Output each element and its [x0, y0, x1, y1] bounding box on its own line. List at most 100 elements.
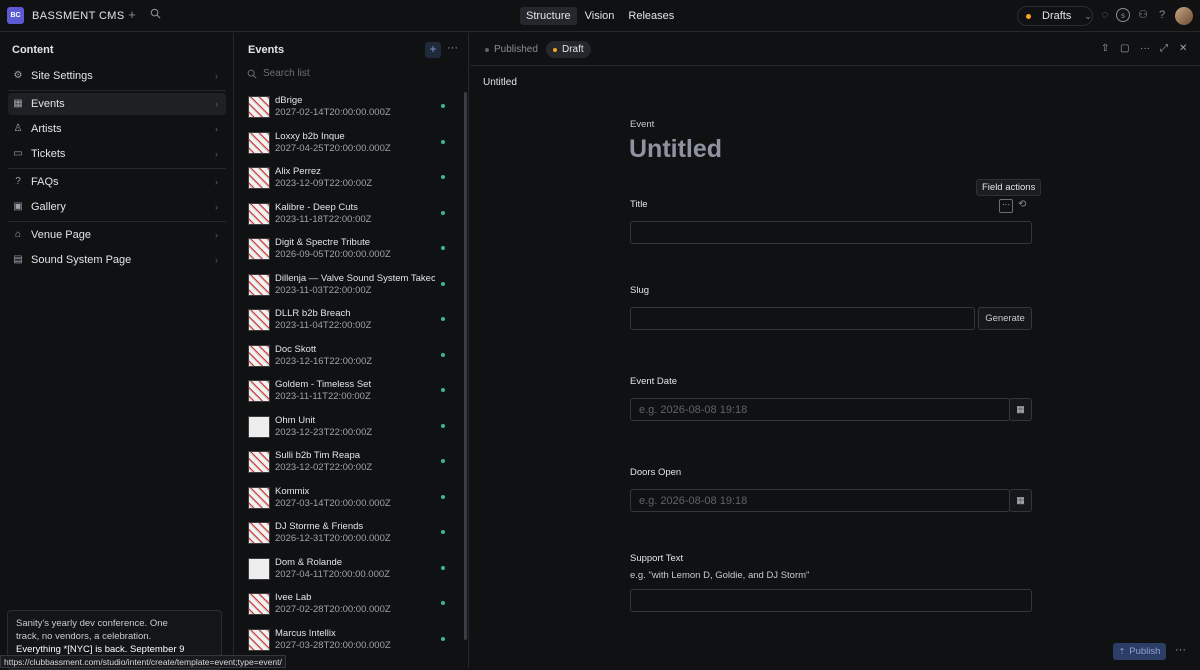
event-thumbnail: [248, 96, 270, 118]
event-thumbnail: [248, 202, 270, 225]
list-item[interactable]: Ivee Lab 2027-02-28T20:00:00.000Z: [248, 592, 448, 626]
search-icon[interactable]: [148, 8, 162, 22]
publish-button[interactable]: ⇡ Publish: [1113, 643, 1166, 660]
search-input[interactable]: Search list: [263, 68, 310, 79]
list-item[interactable]: dBrige 2027-02-14T20:00:00.000Z: [248, 95, 448, 129]
event-title: Sulli b2b Tim Reapa: [275, 450, 361, 461]
more-icon[interactable]: ···: [1140, 43, 1150, 55]
more-icon[interactable]: ···: [1175, 644, 1186, 656]
image-icon: ▣: [13, 201, 23, 212]
list-item[interactable]: Kalibre - Deep Cuts 2023-11-18T22:00:00Z: [248, 202, 448, 236]
document-type-label: Event: [630, 119, 655, 130]
tab-releases[interactable]: Releases: [622, 7, 680, 25]
help-icon[interactable]: ?: [1155, 8, 1169, 22]
search-icon: [247, 69, 257, 79]
chevron-right-icon: ›: [215, 230, 218, 240]
sidebar-item-site-settings[interactable]: ⚙ Site Settings ›: [8, 65, 226, 87]
list-item[interactable]: Sulli b2b Tim Reapa 2023-12-02T22:00:00Z: [248, 450, 448, 484]
chevron-down-icon: ⌄: [1084, 10, 1092, 21]
generate-button[interactable]: Generate: [978, 307, 1032, 330]
list-item[interactable]: Goldem - Timeless Set 2023-11-11T22:00:00…: [248, 379, 448, 413]
calendar-icon[interactable]: ▦: [1009, 489, 1032, 512]
calendar-icon: ▦: [13, 98, 23, 109]
event-date: 2027-04-11T20:00:00.000Z: [275, 568, 390, 580]
chevron-right-icon: ›: [215, 71, 218, 81]
event-date: 2023-11-03T22:00:00Z: [275, 284, 372, 296]
chevron-right-icon: ›: [215, 149, 218, 159]
list-item[interactable]: DJ Storme & Friends 2026-12-31T20:00:00.0…: [248, 521, 448, 555]
list-item[interactable]: Dom & Rolande 2027-04-11T20:00:00.000Z: [248, 557, 448, 591]
event-thumbnail: [248, 628, 270, 651]
calendar-icon[interactable]: ▦: [1009, 398, 1032, 421]
published-status-dot: [441, 139, 445, 144]
user-icon: ♙: [13, 123, 23, 134]
expand-icon[interactable]: ⤢: [1160, 43, 1168, 55]
sidebar-item-venue-page[interactable]: ⌂ Venue Page ›: [8, 224, 226, 246]
published-pill[interactable]: Published: [478, 41, 545, 58]
plus-icon[interactable]: +: [125, 8, 139, 22]
settings-icon: ⚙: [13, 70, 23, 81]
title-field[interactable]: [630, 221, 1032, 244]
tab-vision[interactable]: Vision: [579, 7, 621, 25]
sidebar-item-label: Venue Page: [31, 229, 91, 241]
sidebar-item-sound-system-page[interactable]: ▤ Sound System Page ›: [8, 249, 226, 271]
promo-line: track, no vendors, a celebration.: [16, 631, 152, 642]
field-actions-button[interactable]: ···: [999, 199, 1013, 213]
published-status-dot: [441, 175, 445, 179]
sanity-icon[interactable]: s: [1116, 8, 1130, 22]
close-icon[interactable]: ✕: [1179, 43, 1187, 55]
check-circle-icon[interactable]: ◌: [1098, 8, 1112, 22]
event-date: 2023-12-23T22:00:00Z: [275, 426, 373, 438]
list-item[interactable]: DLLR b2b Breach 2023-11-04T22:00:00Z: [248, 308, 448, 342]
list-item[interactable]: Alix Perrez 2023-12-09T22:00:00Z: [248, 166, 448, 200]
slug-field[interactable]: [630, 307, 975, 330]
search-list[interactable]: Search list: [247, 68, 310, 79]
sidebar-item-artists[interactable]: ♙ Artists ›: [8, 118, 226, 140]
home-icon: ⌂: [14, 229, 22, 240]
sidebar-item-gallery[interactable]: ▣ Gallery ›: [8, 196, 226, 218]
event-title: Alix Perrez: [275, 166, 321, 177]
event-date-field[interactable]: e.g. 2026-08-08 19:18: [630, 398, 1010, 421]
doors-open-field[interactable]: e.g. 2026-08-08 19:18: [630, 489, 1010, 512]
people-icon[interactable]: ⚇: [1136, 8, 1150, 22]
event-date: 2023-12-02T22:00:00Z: [275, 462, 373, 473]
list-item[interactable]: Ohm Unit 2023-12-23T22:00:00Z: [248, 415, 448, 449]
sidebar-item-events[interactable]: ▦ Events ›: [8, 93, 226, 115]
add-event-button[interactable]: +: [425, 42, 441, 58]
list-item[interactable]: Marcus Intellix 2027-03-28T20:00:00.000Z: [248, 628, 448, 662]
published-status-dot: [441, 423, 445, 428]
doors-open-label: Doors Open: [630, 467, 682, 478]
list-item[interactable]: Kommix 2027-03-14T20:00:00.000Z: [248, 486, 448, 520]
pane-title: Events: [248, 44, 285, 56]
more-icon[interactable]: ···: [447, 42, 458, 54]
avatar[interactable]: [1175, 7, 1193, 25]
event-date: 2026-12-31T20:00:00.000Z: [275, 533, 391, 544]
workspace-logo[interactable]: BC: [7, 7, 24, 24]
event-title: DLLR b2b Breach: [275, 308, 351, 319]
tab-structure[interactable]: Structure: [520, 7, 577, 25]
pane-title: Content: [12, 44, 54, 56]
event-thumbnail: [248, 522, 270, 544]
sidebar-item-faqs[interactable]: ? FAQs ›: [8, 171, 226, 193]
published-status-dot: [441, 565, 445, 570]
event-title: dBrige: [275, 95, 303, 106]
event-date: 2023-12-09T22:00:00Z: [275, 178, 373, 189]
promo-line: Sanity's yearly dev conference. One: [16, 618, 168, 629]
title-label: Title: [630, 199, 648, 210]
perspective-select[interactable]: Drafts ⌄: [1017, 6, 1093, 26]
list-item[interactable]: Dillenja — Valve Sound System Takeover 20…: [248, 273, 448, 307]
sidebar-item-tickets[interactable]: ▭ Tickets ›: [8, 143, 226, 165]
published-status-dot: [441, 281, 445, 286]
support-text-field[interactable]: [630, 589, 1032, 612]
list-scrollbar[interactable]: [464, 92, 467, 640]
event-thumbnail: [248, 167, 270, 189]
chevron-down-icon[interactable]: ⌄: [105, 9, 113, 20]
list-item[interactable]: Digit & Spectre Tribute 2026-09-05T20:00:…: [248, 237, 448, 271]
list-item[interactable]: Loxxy b2b Inque 2027-04-25T20:00:00.000Z: [248, 131, 448, 165]
share-icon[interactable]: ⇧: [1101, 43, 1109, 55]
sync-icon[interactable]: ⟲: [1018, 199, 1026, 210]
event-title: Digit & Spectre Tribute: [275, 237, 371, 248]
list-item[interactable]: Doc Skott 2023-12-16T22:00:00Z: [248, 344, 448, 378]
comment-icon[interactable]: ▢: [1120, 43, 1129, 55]
draft-pill[interactable]: Draft: [546, 41, 591, 58]
